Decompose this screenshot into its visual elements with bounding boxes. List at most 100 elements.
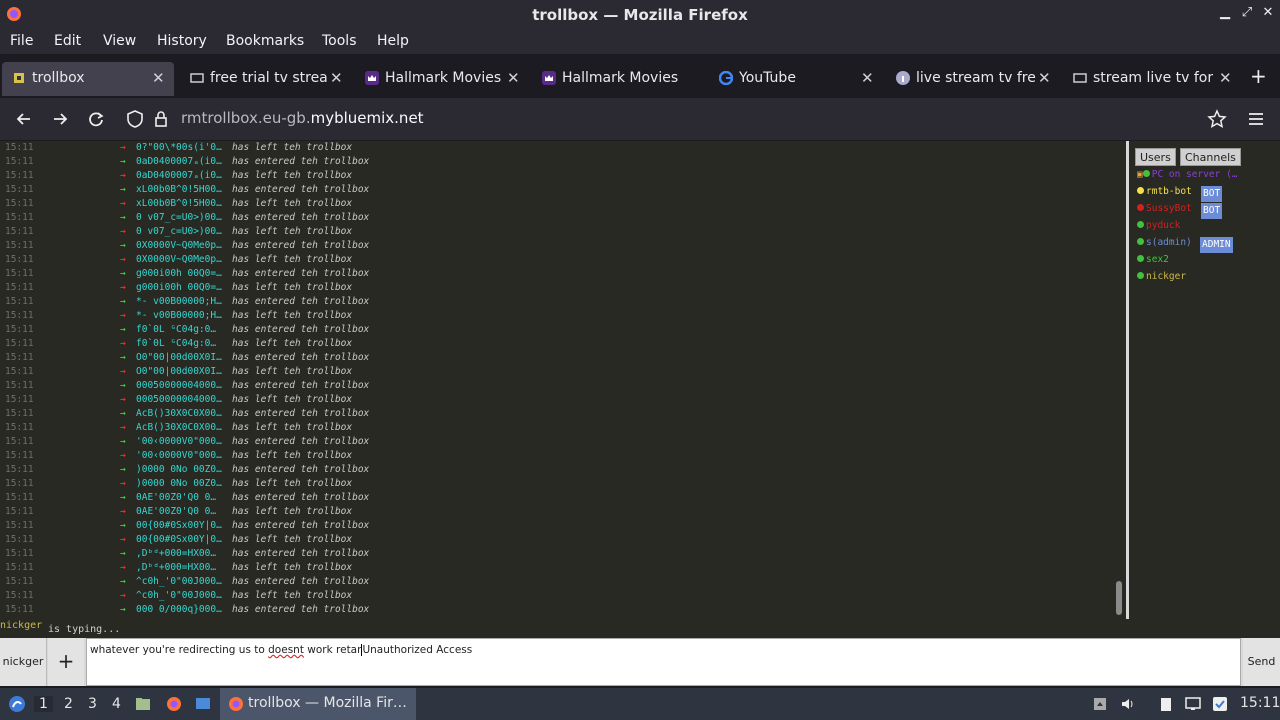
menu-help[interactable]: Help — [377, 33, 409, 49]
timestamp: 15:11 — [5, 534, 34, 545]
lock-icon[interactable] — [150, 108, 172, 130]
hamburger-menu-icon[interactable] — [1245, 108, 1267, 130]
tab-hallmark-2[interactable]: Hallmark Movies N — [532, 62, 704, 96]
tab-close-icon[interactable]: ✕ — [507, 69, 520, 87]
timestamp: 15:11 — [5, 254, 34, 265]
menu-tools[interactable]: Tools — [322, 33, 357, 49]
timestamp: 15:11 — [5, 450, 34, 461]
workspace-3[interactable]: 3 — [88, 696, 97, 712]
log-nickname: xL00b0B^0!5H00… — [136, 184, 222, 195]
log-row: 15:11 → ,Dᵇᵈ+000=HX00… has entered teh trol… — [0, 547, 1118, 561]
workspace-2[interactable]: 2 — [64, 696, 73, 712]
status-dot — [1137, 238, 1144, 245]
leave-arrow-icon: → — [120, 226, 126, 237]
workspace-1[interactable]: 1 — [34, 696, 53, 712]
add-button[interactable]: + — [48, 638, 84, 686]
log-row: 15:11 → 0X0000V~Q0Me0p… has entered teh tro… — [0, 239, 1118, 253]
clipboard-icon[interactable] — [1158, 696, 1174, 712]
typing-nick: nickger — [0, 620, 43, 631]
firefox-logo-icon — [229, 697, 243, 711]
menu-file[interactable]: File — [10, 33, 33, 49]
firefox-launcher-icon[interactable] — [166, 696, 182, 712]
timestamp: 15:11 — [5, 198, 34, 209]
tab-users[interactable]: Users — [1135, 148, 1176, 166]
user-item[interactable]: nickger — [1137, 269, 1186, 285]
network-icon[interactable] — [1092, 696, 1108, 712]
window-title: trollbox — Mozilla Firefox — [532, 6, 748, 24]
tab-close-icon[interactable]: ✕ — [330, 69, 343, 87]
menu-edit[interactable]: Edit — [54, 33, 81, 49]
message-input[interactable]: whatever you're redirecting us to doesnt… — [86, 638, 1241, 686]
user-name: PC on server (… — [1151, 169, 1238, 180]
minimize-icon[interactable]: ▁ — [1218, 6, 1232, 20]
navigation-bar: rmtrollbox.eu-gb.mybluemix.net — [0, 98, 1280, 140]
log-message: has entered teh trollbox — [232, 436, 370, 447]
menu-view[interactable]: View — [103, 33, 136, 49]
menu-history[interactable]: History — [157, 33, 207, 49]
bot-badge: BOT — [1201, 203, 1223, 219]
log-row: 15:11 → AcB()30X0C0X00… has entered teh tro… — [0, 407, 1118, 421]
display-icon[interactable] — [1185, 696, 1201, 712]
log-row: 15:11 → xL00b0B^0!5H00… has left teh trollb… — [0, 197, 1118, 211]
maximize-icon[interactable]: ⤢ — [1240, 6, 1254, 20]
tab-trollbox[interactable]: trollbox ✕ — [2, 62, 174, 96]
volume-icon[interactable] — [1120, 696, 1136, 712]
nickname-button[interactable]: nickger — [0, 638, 47, 686]
user-item[interactable]: rmtb-bot — [1137, 184, 1192, 200]
close-window-icon[interactable]: ✕ — [1261, 6, 1275, 20]
workspace-4[interactable]: 4 — [112, 696, 121, 712]
user-item[interactable]: sex2 — [1137, 252, 1169, 268]
send-button[interactable]: Send — [1243, 638, 1280, 686]
file-manager-icon[interactable] — [135, 696, 151, 712]
user-name: nickger — [1146, 271, 1187, 282]
log-nickname: 0X0000V~Q0Me0p… — [136, 254, 222, 265]
log-message: has left teh trollbox — [232, 142, 353, 153]
chat-scrollbar[interactable] — [1116, 581, 1122, 615]
status-dot — [1137, 187, 1144, 194]
log-nickname: 00050000004000… — [136, 394, 222, 405]
updates-icon[interactable] — [1212, 696, 1228, 712]
tab-live-stream[interactable]: live stream tv free ✕ — [886, 62, 1058, 96]
new-tab-icon[interactable]: + — [1250, 66, 1267, 86]
start-menu-icon[interactable] — [8, 695, 26, 713]
tab-close-icon[interactable]: ✕ — [152, 69, 165, 87]
timestamp: 15:11 — [5, 226, 34, 237]
log-message: has entered teh trollbox — [232, 408, 370, 419]
tab-close-icon[interactable]: ✕ — [861, 69, 874, 87]
chat-log[interactable]: 15:11 → 0?"00\*00s(i'0… has left teh trollb… — [0, 141, 1118, 617]
user-item[interactable]: pyduck — [1137, 218, 1180, 234]
url-bar[interactable]: rmtrollbox.eu-gb.mybluemix.net — [181, 109, 424, 127]
taskbar-window-label: trollbox — Mozilla Fir… — [248, 695, 407, 711]
tab-close-icon[interactable]: ✕ — [1219, 69, 1232, 87]
timestamp: 15:11 — [5, 408, 34, 419]
join-arrow-icon: → — [120, 212, 126, 223]
tab-youtube[interactable]: YouTube ✕ — [709, 62, 881, 96]
log-message: has left teh trollbox — [232, 422, 353, 433]
desktop-icon[interactable] — [195, 696, 211, 712]
tab-close-icon[interactable]: ✕ — [1038, 69, 1051, 87]
tab-channels[interactable]: Channels — [1180, 148, 1241, 166]
shield-icon[interactable] — [124, 108, 146, 130]
user-item[interactable]: ▣ PC on server (… — [1137, 167, 1238, 183]
tab-free-trial[interactable]: free trial tv strea ✕ — [180, 62, 352, 96]
tab-hallmark-1[interactable]: Hallmark Movies N ✕ — [355, 62, 527, 96]
log-row: 15:11 → '00‹0000V0"000… has left teh trollb… — [0, 449, 1118, 463]
back-arrow-icon[interactable] — [13, 108, 35, 130]
taskbar-firefox-window[interactable]: trollbox — Mozilla Fir… — [220, 688, 416, 720]
menu-bookmarks[interactable]: Bookmarks — [226, 33, 304, 49]
tab-stream-live[interactable]: stream live tv for ✕ — [1063, 62, 1239, 96]
tab-label: trollbox — [32, 70, 85, 86]
user-item[interactable]: SussyBot — [1137, 201, 1192, 217]
user-name: SussyBot — [1146, 203, 1192, 214]
log-message: has left teh trollbox — [232, 506, 353, 517]
forward-arrow-icon[interactable] — [49, 108, 71, 130]
log-row: 15:11 → 00050000004000… has left teh trollb… — [0, 393, 1118, 407]
reload-icon[interactable] — [85, 108, 107, 130]
log-row: 15:11 → ^c0h_'0"00J000… has left teh trollb… — [0, 589, 1118, 603]
log-message: has left teh trollbox — [232, 198, 353, 209]
log-row: 15:11 → O0"00|00d00X0I… has left teh trollb… — [0, 365, 1118, 379]
log-row: 15:11 → 0aD0400007ₐ(i0… has left teh trollb… — [0, 169, 1118, 183]
bookmark-star-icon[interactable] — [1206, 108, 1228, 130]
log-nickname: *- v00B00000;H… — [136, 296, 222, 307]
user-item[interactable]: s(admin) — [1137, 235, 1192, 251]
